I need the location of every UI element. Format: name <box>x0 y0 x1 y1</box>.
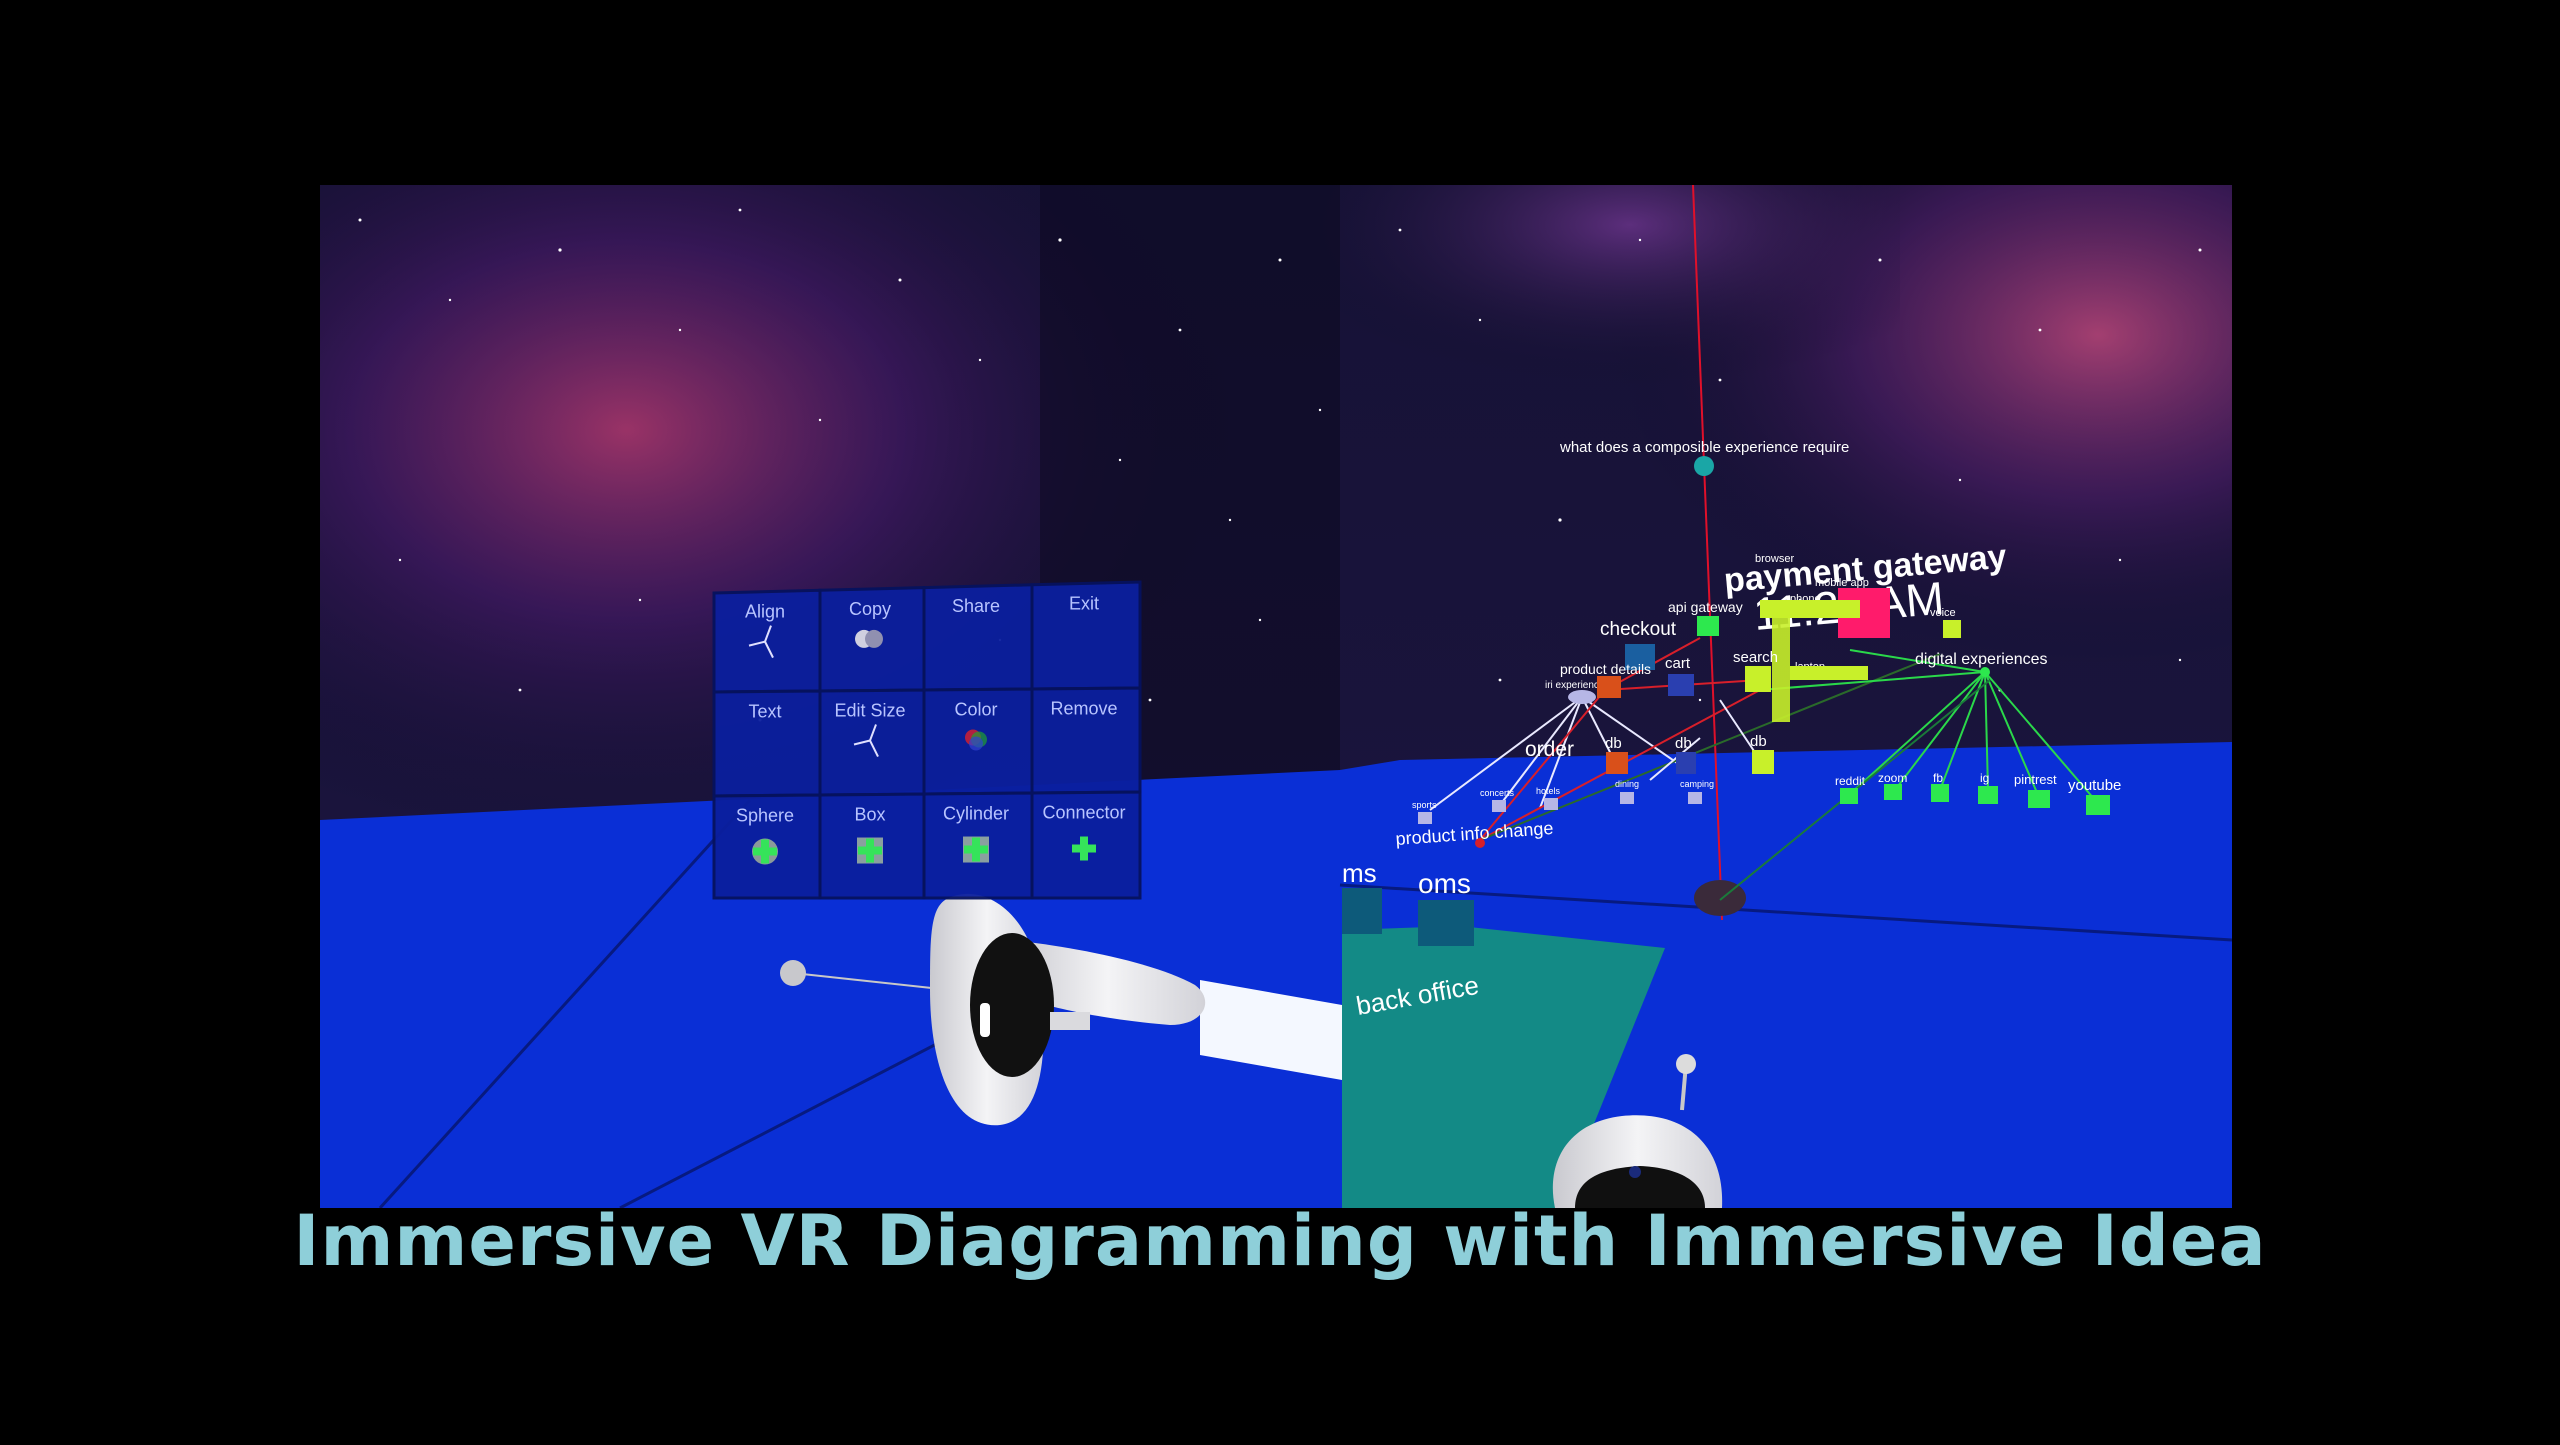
pintrest-label: pintrest <box>2014 772 2057 787</box>
menu-tile-exit[interactable]: Exit <box>1030 580 1142 691</box>
camping-box[interactable] <box>1688 792 1702 804</box>
api-gateway-box[interactable] <box>1697 616 1719 636</box>
db-3-box[interactable] <box>1752 750 1774 774</box>
hotels-box[interactable] <box>1544 798 1558 810</box>
plus-icon <box>752 838 778 865</box>
browser-label: browser <box>1755 553 1794 565</box>
db-1-label: db <box>1605 735 1622 752</box>
dining-box[interactable] <box>1620 792 1634 804</box>
search-box[interactable] <box>1745 666 1771 692</box>
db-3-label: db <box>1750 733 1767 750</box>
menu-tile-box[interactable]: Box <box>818 792 926 900</box>
voice-label: voice <box>1930 607 1956 619</box>
order-label: order <box>1525 738 1574 761</box>
menu-label: Exit <box>1069 593 1099 613</box>
question-node[interactable] <box>1694 456 1714 476</box>
concerts-box[interactable] <box>1492 800 1506 812</box>
db-2-box[interactable] <box>1676 752 1696 774</box>
video-caption: Immersive VR Diagramming with Immersive … <box>293 1200 2267 1282</box>
digital-experiences-node[interactable] <box>1980 667 1990 677</box>
menu-tile-copy[interactable]: Copy <box>818 586 926 693</box>
ig-box[interactable] <box>1978 786 1998 804</box>
menu-label: Box <box>854 805 885 825</box>
menu-tile-color[interactable]: Color <box>922 687 1034 796</box>
scene-view: back office ms oms what does a composibl… <box>320 185 2232 1208</box>
search-label: search <box>1733 649 1778 666</box>
menu-tile-remove[interactable]: Remove <box>1030 686 1142 795</box>
hotels-label: hotels <box>1536 786 1561 796</box>
youtube-box[interactable] <box>2086 795 2110 815</box>
digital-experiences-label: digital experiences <box>1915 651 2048 668</box>
checkout-label: checkout <box>1600 619 1677 640</box>
ms-label: ms <box>1342 858 1377 888</box>
oms-box[interactable] <box>1418 900 1474 946</box>
cart-box[interactable] <box>1668 674 1694 696</box>
youtube-label: youtube <box>2068 777 2121 794</box>
controller-button-icon <box>980 1003 990 1037</box>
menu-label: Color <box>954 700 997 720</box>
concerts-label: concerts <box>1480 788 1515 798</box>
menu-label: Copy <box>849 599 891 619</box>
ms-box[interactable] <box>1342 888 1382 934</box>
menu-label: Sphere <box>736 806 794 826</box>
pointer-sphere[interactable] <box>780 960 806 986</box>
tool-menu-panel: Align Copy Share Exit Text Edit Size Color Remo… <box>712 580 1142 900</box>
mobile-app-label: mobile app <box>1815 577 1869 589</box>
plus-icon <box>963 836 989 863</box>
product-details-box[interactable] <box>1597 676 1621 698</box>
sports-label: sports <box>1412 800 1437 810</box>
fb-box[interactable] <box>1931 784 1949 802</box>
sports-box[interactable] <box>1418 812 1432 824</box>
menu-label: Remove <box>1050 699 1117 719</box>
menu-label: Share <box>952 596 1000 616</box>
camping-label: camping <box>1680 779 1714 789</box>
menu-tile-connector[interactable]: Connector <box>1030 790 1142 900</box>
menu-label: Align <box>745 602 785 622</box>
fb-label: fb <box>1933 771 1943 785</box>
floor-plane <box>320 742 2232 1208</box>
menu-tile-align[interactable]: Align <box>712 588 822 694</box>
oms-label: oms <box>1418 868 1471 899</box>
cart-label: cart <box>1665 655 1691 672</box>
zoom-box[interactable] <box>1884 784 1902 800</box>
pintrest-box[interactable] <box>2028 790 2050 808</box>
menu-tile-sphere[interactable]: Sphere <box>712 793 822 900</box>
menu-label: Text <box>748 702 781 722</box>
ig-label: ig <box>1980 771 1989 785</box>
question-label: what does a composible experience requir… <box>1559 439 1849 456</box>
menu-tile-cylinder[interactable]: Cylinder <box>922 791 1034 900</box>
api-gateway-label: api gateway <box>1668 599 1743 615</box>
voice-box[interactable] <box>1943 620 1961 638</box>
db-1-box[interactable] <box>1606 752 1628 774</box>
copy-circles-icon <box>855 629 883 648</box>
reddit-label: reddit <box>1835 774 1866 788</box>
plus-icon <box>857 837 883 864</box>
db-2-label: db <box>1675 735 1692 752</box>
dining-label: dining <box>1615 779 1639 789</box>
laptop-bar[interactable] <box>1790 666 1868 680</box>
menu-tile-share[interactable]: Share <box>922 583 1034 692</box>
reddit-box[interactable] <box>1840 788 1858 804</box>
menu-label: Cylinder <box>943 804 1009 824</box>
product-details-disc[interactable] <box>1568 690 1596 704</box>
menu-tile-edit-size[interactable]: Edit Size <box>818 688 926 797</box>
menu-label: Connector <box>1042 803 1125 823</box>
zoom-label: zoom <box>1878 771 1907 785</box>
menu-label: Edit Size <box>834 701 905 721</box>
menu-tile-text[interactable]: Text <box>712 689 822 798</box>
product-info-change-node[interactable] <box>1475 838 1485 848</box>
product-details-label: product details <box>1560 661 1651 677</box>
